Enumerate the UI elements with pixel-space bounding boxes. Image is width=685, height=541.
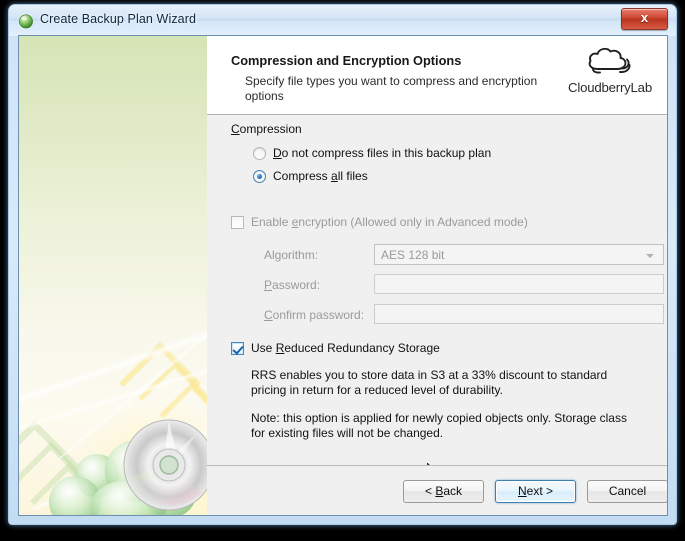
- checkbox-enable-encryption-label: Enable encryption (Allowed only in Advan…: [251, 215, 528, 229]
- radio-compress-all-accel: a: [331, 169, 338, 183]
- enable-encryption-text-a: Enable: [251, 215, 292, 229]
- use-rrs-text-a: Use: [251, 341, 276, 355]
- confirm-password-label: Confirm password:: [264, 308, 364, 322]
- next-button[interactable]: Next >: [495, 480, 576, 503]
- compression-group-label: Compression: [231, 122, 302, 136]
- radio-compress-all-text-b: ll files: [337, 169, 368, 183]
- compression-group-label-rest: ompression: [239, 122, 302, 136]
- wizard-sidebar-artwork: [19, 36, 207, 515]
- radio-compress-all-label: Compress all files: [273, 169, 368, 183]
- window-title: Create Backup Plan Wizard: [40, 12, 197, 26]
- algorithm-value: AES 128 bit: [381, 248, 445, 262]
- cd-disc-graphic: [123, 419, 207, 511]
- back-button-text: ack: [443, 484, 463, 498]
- brand-logo: CloudberryLab: [561, 43, 659, 95]
- next-button-accel: N: [517, 484, 527, 498]
- close-icon: x: [640, 10, 649, 25]
- radio-compress-all-indicator[interactable]: [253, 170, 266, 183]
- radio-compress-all-text-a: Compress: [273, 169, 332, 183]
- compression-accel: C: [231, 122, 240, 136]
- radio-compress-all[interactable]: Compress all files: [253, 169, 368, 183]
- radio-do-not-compress-indicator[interactable]: [253, 147, 266, 160]
- page-title: Compression and Encryption Options: [231, 53, 462, 68]
- checkbox-enable-encryption-indicator[interactable]: [231, 216, 244, 229]
- algorithm-label: Algorithm:: [264, 248, 318, 262]
- options-body: Compression Do not compress files in thi…: [207, 115, 667, 482]
- algorithm-combobox[interactable]: AES 128 bit: [374, 244, 664, 265]
- algorithm-label-b: orithm:: [281, 248, 319, 262]
- confirm-password-label-accel: C: [264, 308, 273, 322]
- wizard-content-pane: Compression and Encryption Options Speci…: [207, 36, 667, 515]
- password-label: Password:: [264, 278, 320, 292]
- page-subtitle: Specify file types you want to compress …: [245, 74, 538, 103]
- rrs-description-paragraph-2: Note: this option is applied for newly c…: [251, 411, 627, 440]
- checkbox-use-rrs[interactable]: Use Reduced Redundancy Storage: [231, 341, 440, 355]
- confirm-password-input[interactable]: [374, 304, 664, 324]
- password-input[interactable]: [374, 274, 664, 294]
- algorithm-label-a: Al: [264, 248, 275, 262]
- chevron-down-icon[interactable]: [646, 254, 654, 258]
- cloud-icon: [561, 43, 659, 79]
- wizard-window: Create Backup Plan Wizard x Compression …: [8, 4, 677, 525]
- checkbox-enable-encryption[interactable]: Enable encryption (Allowed only in Advan…: [231, 215, 528, 229]
- password-label-accel: P: [264, 278, 273, 292]
- back-button-prefix: <: [424, 484, 436, 498]
- enable-encryption-text-b: ncryption (Allowed only in Advanced mode…: [298, 215, 528, 229]
- confirm-password-label-rest: onfirm password:: [272, 308, 365, 322]
- app-green-sphere-icon: [18, 13, 34, 29]
- page-header: Compression and Encryption Options Speci…: [207, 36, 667, 115]
- next-button-text: ext >: [526, 484, 554, 498]
- password-label-rest: assword:: [272, 278, 321, 292]
- wizard-footer: < Back Next > Cancel: [207, 465, 667, 515]
- brand-name: CloudberryLab: [568, 80, 652, 95]
- radio-do-not-compress[interactable]: Do not compress files in this backup pla…: [253, 146, 491, 160]
- use-rrs-text-b: educed Redundancy Storage: [284, 341, 440, 355]
- cancel-button[interactable]: Cancel: [587, 480, 667, 503]
- checkbox-use-rrs-indicator[interactable]: [231, 342, 244, 355]
- radio-do-not-compress-text: o not compress files in this backup plan: [281, 146, 492, 160]
- client-area: Compression and Encryption Options Speci…: [18, 35, 668, 516]
- radio-do-not-compress-accel: D: [273, 146, 282, 160]
- radio-do-not-compress-label: Do not compress files in this backup pla…: [273, 146, 491, 160]
- rrs-description-paragraph-1: RRS enables you to store data in S3 at a…: [251, 368, 608, 397]
- checkbox-use-rrs-label: Use Reduced Redundancy Storage: [251, 341, 440, 355]
- close-button[interactable]: x: [621, 8, 668, 30]
- back-button[interactable]: < Back: [403, 480, 484, 503]
- title-bar: Create Backup Plan Wizard x: [9, 5, 676, 36]
